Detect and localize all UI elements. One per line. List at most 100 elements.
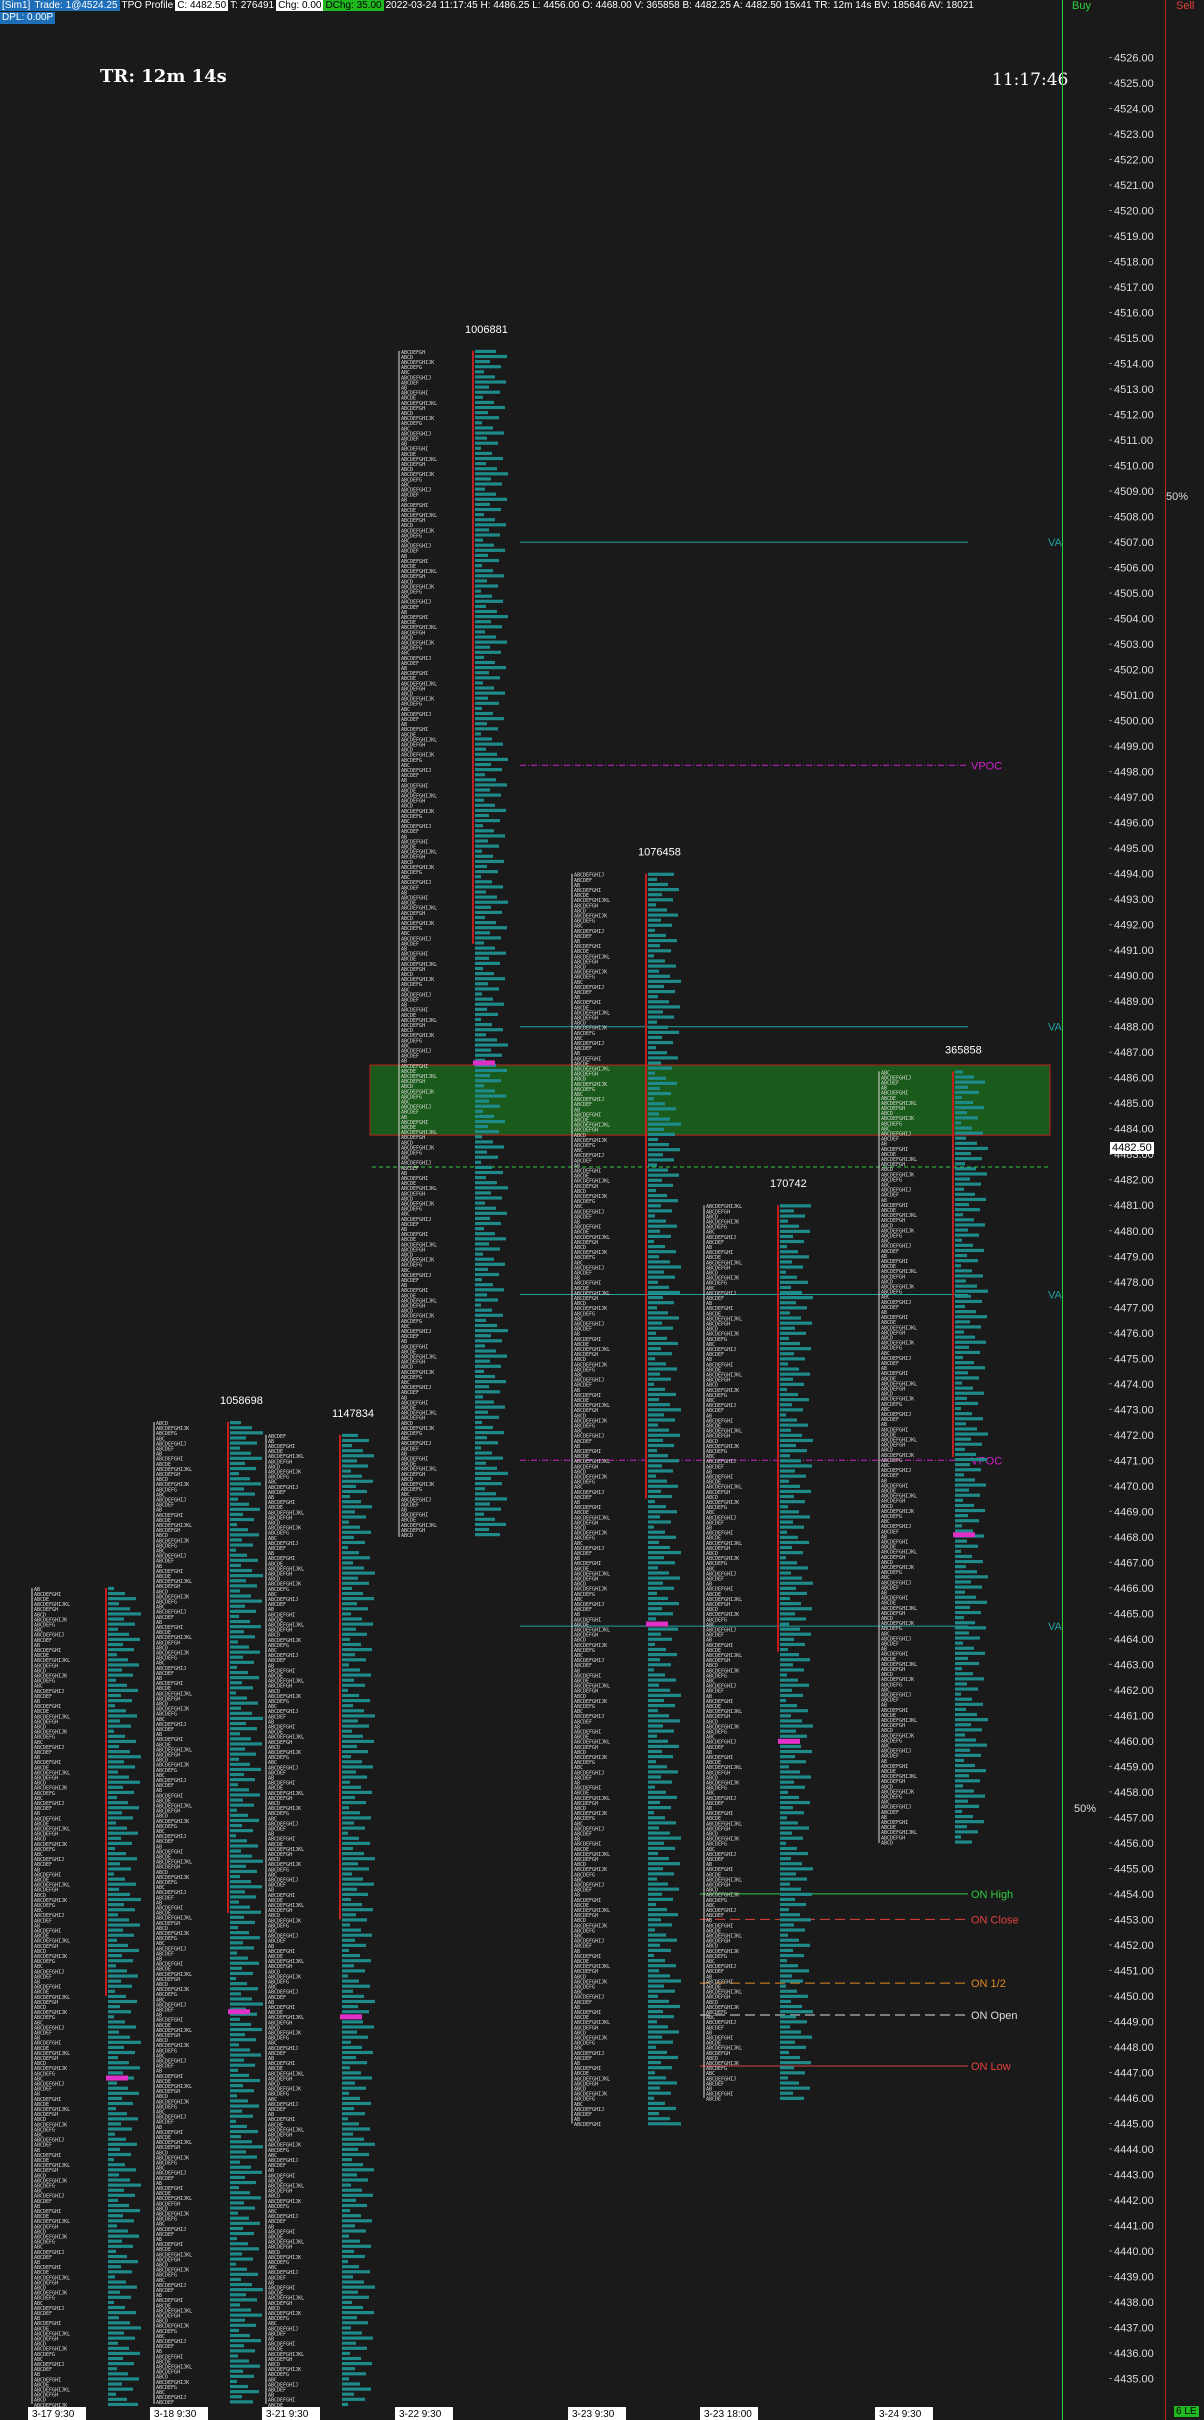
volume-bar	[648, 1923, 672, 1927]
volume-bar	[342, 1969, 365, 1973]
volume-bar	[108, 1632, 129, 1636]
volume-bar	[342, 1653, 355, 1657]
volume-bar	[648, 1295, 663, 1300]
volume-bar	[475, 1109, 483, 1113]
volume-bar	[955, 1264, 961, 1268]
volume-bar	[230, 2135, 241, 2139]
volume-bar	[342, 1688, 348, 1692]
profiles-layer: ABABCDEFGHIABCDEABCDEFGHIJKLABCDEFGHABCD…	[31, 324, 988, 2409]
volume-bar	[648, 1428, 669, 1432]
volume-bar	[780, 1449, 807, 1453]
volume-bar	[475, 768, 502, 772]
volume-bar	[342, 2040, 351, 2044]
volume-bar	[780, 1214, 805, 1218]
volume-bar	[648, 1703, 675, 1708]
price-ladder-panel[interactable]	[1062, 0, 1107, 2420]
volume-bar	[342, 2152, 369, 2157]
volume-bar	[780, 1525, 804, 1529]
volume-bar	[342, 1433, 358, 1437]
volume-bar	[108, 2362, 134, 2366]
volume-bar	[955, 1157, 982, 1161]
sell-panel[interactable]	[1165, 0, 1204, 2420]
volume-bar	[230, 2221, 260, 2225]
volume-bar	[342, 1704, 353, 1708]
price-axis: 4435.00 4436.00 4437.00 4438.00 4439.00 4440.…	[1109, 53, 1154, 2385]
volume-bar	[780, 1979, 803, 1983]
volume-bar	[955, 1718, 988, 1722]
volume-bar	[780, 1413, 786, 1417]
volume-bar	[955, 1692, 961, 1696]
volume-bar	[475, 1298, 498, 1302]
volume-bar	[475, 1170, 503, 1175]
volume-bar	[230, 2247, 259, 2251]
volume-bar	[955, 1712, 977, 1717]
volume-bar	[342, 1617, 362, 1621]
volume-bar	[780, 1627, 800, 1631]
volume-bar	[955, 1294, 971, 1298]
volume-bar	[342, 2132, 353, 2136]
volume-bar	[230, 2293, 246, 2297]
volume-bar	[648, 1148, 680, 1152]
volume-bar	[648, 1754, 673, 1759]
volume-bar	[230, 2196, 261, 2200]
volume-bar	[230, 1477, 250, 1481]
volume-bar	[108, 2045, 124, 2050]
volume-bar	[475, 1466, 497, 1470]
volume-bar	[955, 1355, 963, 1360]
volume-bar	[108, 2270, 132, 2274]
volume-bar	[230, 2038, 256, 2042]
tpo-chart[interactable]: VA VPOC VA VA VPOC VA ON High ON Close ON 1/2 ON …	[0, 0, 1204, 2420]
volume-bar	[648, 1280, 658, 1284]
volume-bar	[230, 1625, 261, 1629]
volume-bar	[342, 1494, 350, 1499]
volume-bar	[475, 635, 496, 639]
volume-bar	[342, 1505, 372, 1509]
volume-bar	[108, 2326, 141, 2330]
volume-bar	[648, 1122, 681, 1126]
tpo-row: ABCD	[401, 1533, 413, 1539]
volume-bar	[108, 2147, 120, 2152]
volume-bar	[955, 1493, 980, 1497]
volume-bar	[648, 1336, 667, 1340]
volume-bar	[342, 1816, 371, 1820]
volume-bar	[475, 421, 482, 425]
volume-bar	[955, 1610, 981, 1615]
volume-bar	[342, 1607, 368, 1611]
volume-bar	[780, 1275, 797, 1279]
volume-bar	[475, 411, 488, 415]
volume-bar	[230, 2267, 247, 2271]
volume-bar	[955, 1600, 987, 1604]
volume-bar	[230, 1987, 258, 1991]
volume-bar	[780, 1964, 798, 1968]
volume-bar	[780, 1234, 793, 1239]
volume-bar	[780, 1668, 804, 1672]
y-tick-label: 4467.00	[1114, 1557, 1154, 1569]
volume-bar	[108, 2127, 132, 2131]
volume-bar	[230, 1528, 248, 1532]
volume-bar	[108, 2397, 127, 2401]
volume-bar	[648, 1178, 662, 1182]
volume-bar	[342, 1520, 349, 1524]
volume-bar	[780, 1943, 810, 1947]
y-tick-label: 4464.00	[1114, 1634, 1154, 1646]
volume-bar	[780, 1790, 788, 1794]
volume-bar	[780, 1556, 786, 1560]
volume-bar	[342, 2076, 372, 2080]
volume-bar	[230, 1727, 257, 1731]
volume-bar	[108, 1969, 127, 1973]
volume-bar	[108, 2209, 140, 2213]
volume-bar	[475, 676, 500, 680]
volume-bar	[108, 1857, 137, 1861]
buy-header[interactable]: Buy	[1072, 0, 1091, 12]
y-tick-label: 4481.00	[1114, 1200, 1154, 1212]
volume-bar	[780, 1545, 792, 1550]
volume-bar	[955, 1463, 970, 1467]
volume-bar	[230, 1696, 247, 1700]
sell-header[interactable]: Sell	[1176, 0, 1194, 12]
volume-bar	[648, 1331, 656, 1335]
volume-bar	[955, 1503, 974, 1508]
volume-bar	[108, 2316, 119, 2320]
y-tick-label: 4479.00	[1114, 1251, 1154, 1263]
volume-bar	[780, 1974, 792, 1978]
volume-bar	[475, 956, 489, 960]
